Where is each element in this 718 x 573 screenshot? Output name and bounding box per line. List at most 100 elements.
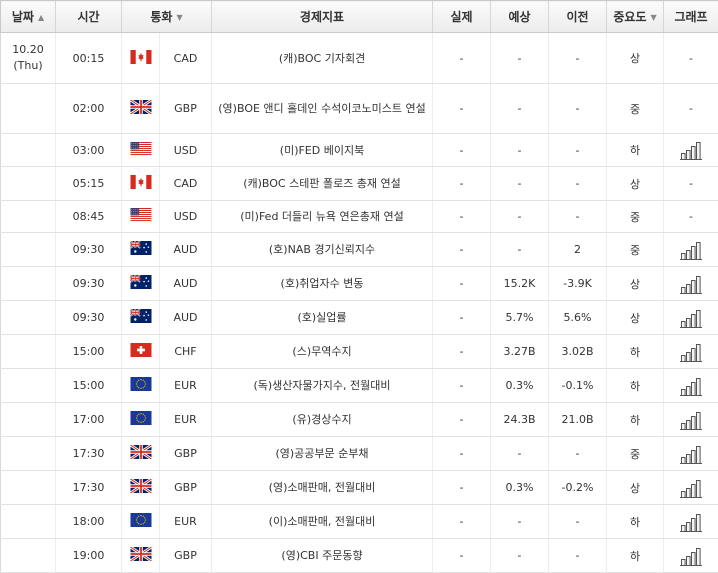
- importance-cell: 상: [607, 267, 664, 301]
- indicator-cell[interactable]: (유)경상수지: [212, 403, 433, 437]
- table-row: 05:15 CAD (캐)BOC 스테판 폴로즈 총재 연설 - - - 상 -: [1, 167, 718, 201]
- bar-chart-icon[interactable]: [680, 410, 702, 430]
- indicator-cell[interactable]: (미)FED 베이지북: [212, 134, 433, 167]
- table-row: 19:00 GBP (영)CBI 주문동향 - - - 하: [1, 539, 718, 573]
- graph-cell[interactable]: [664, 233, 718, 267]
- actual-cell: -: [433, 437, 491, 471]
- indicator-cell[interactable]: (캐)BOC 기자회견: [212, 33, 433, 84]
- table-row: 15:00 EUR (독)생산자물가지수, 전월대비 - 0.3% -0.1% …: [1, 369, 718, 403]
- header-currency[interactable]: 통화▼: [122, 1, 212, 33]
- graph-cell[interactable]: [664, 403, 718, 437]
- bar-chart-icon[interactable]: [680, 274, 702, 294]
- sort-up-icon[interactable]: ▲: [38, 13, 44, 22]
- currency-cell: GBP: [160, 471, 212, 505]
- graph-cell[interactable]: [664, 134, 718, 167]
- graph-cell[interactable]: [664, 335, 718, 369]
- bar-chart-icon[interactable]: [680, 444, 702, 464]
- graph-cell: -: [664, 84, 718, 134]
- graph-cell[interactable]: [664, 301, 718, 335]
- flag-cell: [122, 33, 160, 84]
- actual-cell: -: [433, 505, 491, 539]
- previous-cell: -: [549, 201, 607, 233]
- flag-ca-icon: [130, 175, 152, 192]
- bar-chart-icon[interactable]: [680, 376, 702, 396]
- header-date[interactable]: 날짜▲: [1, 1, 56, 33]
- graph-cell[interactable]: [664, 505, 718, 539]
- header-graph: 그래프: [664, 1, 718, 33]
- previous-cell: -: [549, 134, 607, 167]
- indicator-cell[interactable]: (영)공공부문 순부채: [212, 437, 433, 471]
- bar-chart-icon[interactable]: [680, 308, 702, 328]
- table-row: 02:00 GBP (영)BOE 앤디 홀데인 수석이코노미스트 연설 - - …: [1, 84, 718, 134]
- indicator-cell[interactable]: (영)소매판매, 전월대비: [212, 471, 433, 505]
- actual-cell: -: [433, 539, 491, 573]
- indicator-cell[interactable]: (호)실업률: [212, 301, 433, 335]
- indicator-cell[interactable]: (호)취업자수 변동: [212, 267, 433, 301]
- dropdown-arrow-icon[interactable]: ▼: [650, 13, 656, 22]
- graph-cell: -: [664, 33, 718, 84]
- bar-chart-icon[interactable]: [680, 512, 702, 532]
- flag-us-icon: [130, 208, 152, 225]
- date-cell: [1, 471, 56, 505]
- bar-chart-icon[interactable]: [680, 342, 702, 362]
- actual-cell: -: [433, 33, 491, 84]
- bar-chart-icon[interactable]: [680, 240, 702, 260]
- forecast-cell: -: [491, 167, 549, 201]
- actual-cell: -: [433, 301, 491, 335]
- table-row: 17:00 EUR (유)경상수지 - 24.3B 21.0B 하: [1, 403, 718, 437]
- economic-calendar-table: 날짜▲ 시간 통화▼ 경제지표 실제 예상 이전 중요도▼ 그래프 10.20(…: [0, 0, 718, 573]
- date-cell: [1, 201, 56, 233]
- previous-cell: 3.02B: [549, 335, 607, 369]
- indicator-cell[interactable]: (캐)BOC 스테판 폴로즈 총재 연설: [212, 167, 433, 201]
- date-cell: [1, 301, 56, 335]
- graph-cell[interactable]: [664, 437, 718, 471]
- table-row: 09:30 AUD (호)실업률 - 5.7% 5.6% 상: [1, 301, 718, 335]
- flag-cell: [122, 267, 160, 301]
- flag-cell: [122, 369, 160, 403]
- indicator-cell[interactable]: (영)CBI 주문동향: [212, 539, 433, 573]
- currency-cell: CAD: [160, 33, 212, 84]
- previous-cell: -: [549, 437, 607, 471]
- bar-chart-icon[interactable]: [680, 140, 702, 160]
- indicator-cell[interactable]: (미)Fed 더들리 뉴욕 연은총재 연설: [212, 201, 433, 233]
- header-importance[interactable]: 중요도▼: [607, 1, 664, 33]
- previous-cell: -0.1%: [549, 369, 607, 403]
- flag-eu-icon: [130, 411, 152, 428]
- indicator-cell[interactable]: (독)생산자물가지수, 전월대비: [212, 369, 433, 403]
- table-row: 10.20(Thu) 00:15 CAD (캐)BOC 기자회견 - - - 상…: [1, 33, 718, 84]
- currency-cell: GBP: [160, 84, 212, 134]
- flag-au-icon: [130, 275, 152, 292]
- header-indicator-label: 경제지표: [300, 10, 344, 24]
- flag-cell: [122, 134, 160, 167]
- table-row: 09:30 AUD (호)NAB 경기신뢰지수 - - 2 중: [1, 233, 718, 267]
- bar-chart-icon[interactable]: [680, 478, 702, 498]
- graph-cell[interactable]: [664, 539, 718, 573]
- date-value: 10.20: [4, 42, 52, 58]
- date-cell: [1, 403, 56, 437]
- forecast-cell: -: [491, 33, 549, 84]
- table-row: 18:00 EUR (이)소매판매, 전월대비 - - - 하: [1, 505, 718, 539]
- time-cell: 19:00: [56, 539, 122, 573]
- graph-cell[interactable]: [664, 471, 718, 505]
- forecast-cell: 0.3%: [491, 471, 549, 505]
- date-cell: [1, 134, 56, 167]
- forecast-cell: -: [491, 201, 549, 233]
- actual-cell: -: [433, 233, 491, 267]
- currency-cell: USD: [160, 134, 212, 167]
- header-indicator: 경제지표: [212, 1, 433, 33]
- indicator-cell[interactable]: (호)NAB 경기신뢰지수: [212, 233, 433, 267]
- currency-cell: GBP: [160, 539, 212, 573]
- graph-cell[interactable]: [664, 267, 718, 301]
- date-cell: [1, 369, 56, 403]
- previous-cell: 2: [549, 233, 607, 267]
- indicator-cell[interactable]: (이)소매판매, 전월대비: [212, 505, 433, 539]
- flag-gb-icon: [130, 445, 152, 462]
- bar-chart-icon[interactable]: [680, 546, 702, 566]
- indicator-cell[interactable]: (스)무역수지: [212, 335, 433, 369]
- actual-cell: -: [433, 403, 491, 437]
- graph-cell[interactable]: [664, 369, 718, 403]
- dropdown-arrow-icon[interactable]: ▼: [176, 13, 182, 22]
- flag-cell: [122, 335, 160, 369]
- time-cell: 09:30: [56, 301, 122, 335]
- indicator-cell[interactable]: (영)BOE 앤디 홀데인 수석이코노미스트 연설: [212, 84, 433, 134]
